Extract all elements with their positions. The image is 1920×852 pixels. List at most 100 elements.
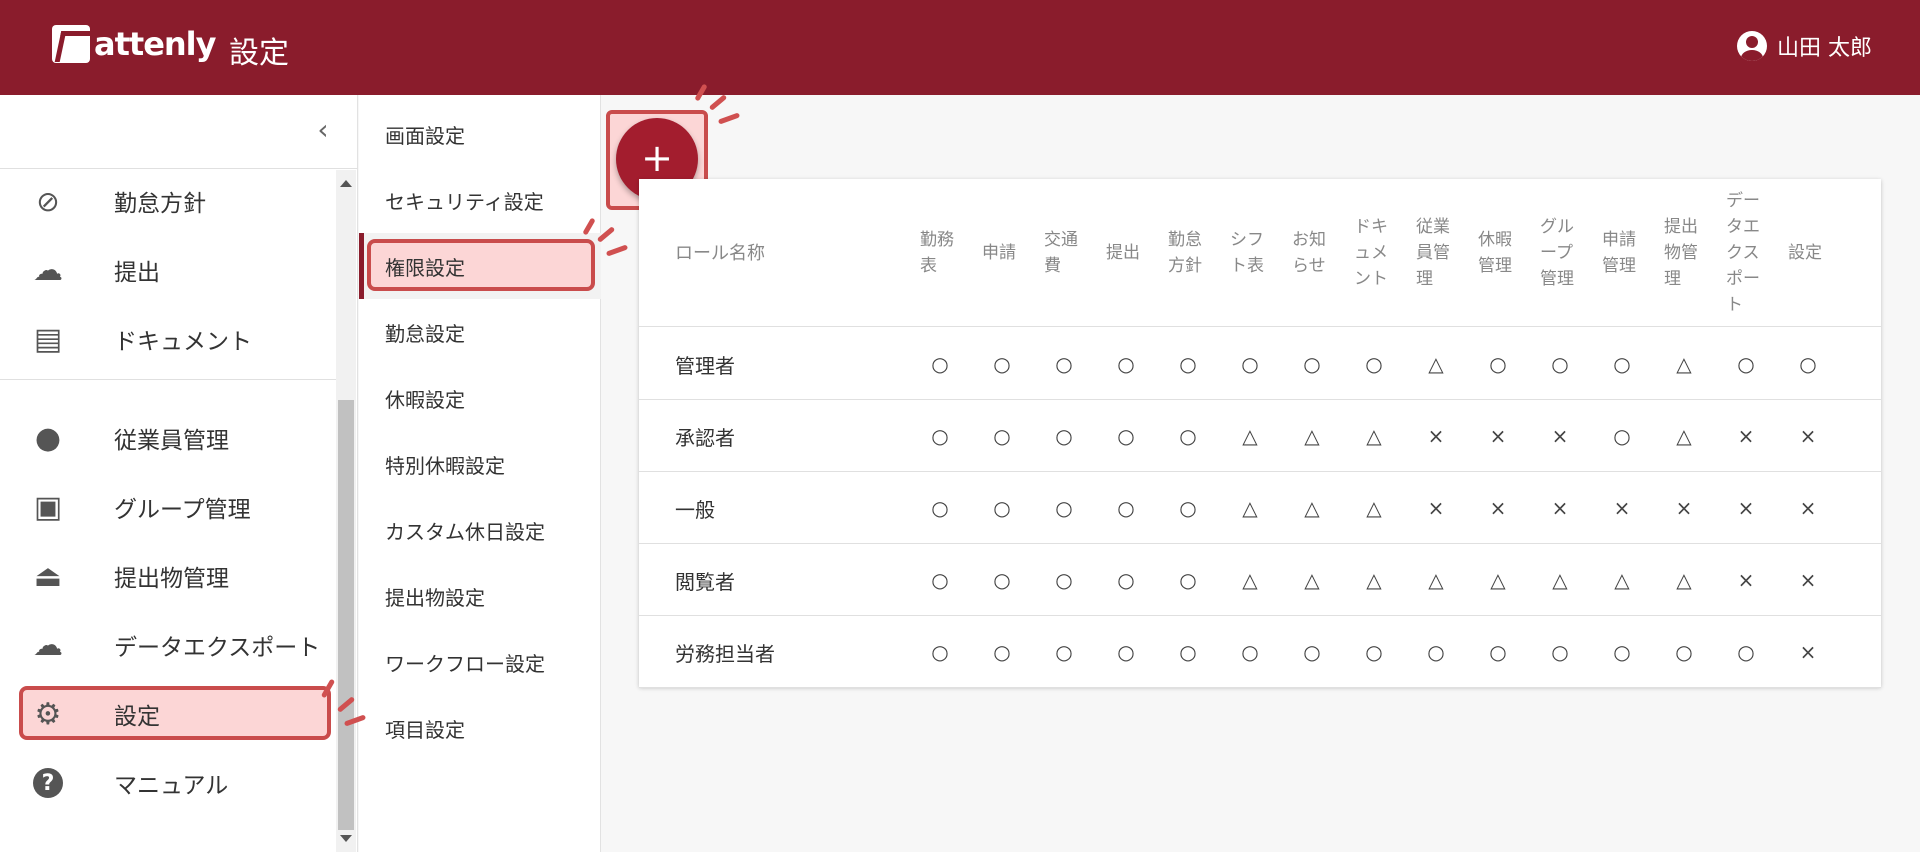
column-header-label: グループ管理 [1540,217,1574,289]
table-row[interactable]: 一般 ○ ○ ○ ○ ○ △ △ △ × × × × × × × [639,472,1881,544]
column-header-2: 交通費 [1036,179,1092,327]
permission-cell: ○ [993,352,1011,376]
settings-menu-item-2[interactable]: 権限設定 [359,233,601,299]
settings-menu-item-8[interactable]: ワークフロー設定 [359,629,601,695]
column-header-12: 提出物管理 [1656,179,1712,327]
permission-cell: ○ [1055,496,1073,520]
permission-cell: ○ [1179,568,1197,592]
column-header-label: 申請管理 [1602,230,1636,276]
column-header-3: 提出 [1098,179,1154,327]
scroll-down-arrow-icon[interactable] [340,835,352,842]
sidebar-item-label: 提出物管理 [114,566,229,592]
emphasis-mark [605,244,629,257]
permission-cell: × [1489,424,1507,448]
permission-cell: × [1799,496,1817,520]
permission-cell: ○ [1551,640,1569,664]
settings-menu-label: 画面設定 [385,123,465,148]
page-title: 設定 [229,36,289,71]
settings-menu-item-9[interactable]: 項目設定 [359,695,601,761]
chevron-left-icon[interactable]: ‹ [310,116,336,144]
settings-menu-item-5[interactable]: 特別休暇設定 [359,431,601,497]
sidebar-item-2[interactable]: ▤ ドキュメント [0,308,336,370]
table-row[interactable]: 労務担当者 ○ ○ ○ ○ ○ ○ ○ ○ ○ ○ ○ ○ ○ ○ × [639,616,1881,688]
role-name: 承認者 [675,426,735,450]
sidebar-item-7[interactable]: ⚙ 設定 [0,683,336,745]
column-header-label: 勤怠方針 [1168,230,1202,276]
user-name: 山田 太郎 [1777,36,1872,61]
settings-menu-item-7[interactable]: 提出物設定 [359,563,601,629]
permission-cell: ○ [931,568,949,592]
permission-cell: ○ [1799,352,1817,376]
column-header-11: 申請管理 [1594,179,1650,327]
permission-cell: ○ [1675,640,1693,664]
column-header-5: シフト表 [1222,179,1278,327]
permission-cell: ○ [1365,352,1383,376]
column-header-label: 勤務表 [920,230,954,276]
scroll-up-arrow-icon[interactable] [340,180,352,187]
permission-cell: △ [1490,568,1506,592]
sidebar-item-0[interactable]: ⊘ 勤怠方針 [0,170,336,232]
permission-cell: ○ [1303,352,1321,376]
user-menu[interactable]: 山田 太郎 [1737,30,1872,62]
permission-cell: ○ [1117,568,1135,592]
permission-cell: ○ [1179,424,1197,448]
sidebar: ‹ ▬⊘勤怠方針☁提出▤ドキュメント●従業員管理▣グループ管理⏏提出物管理☁デー… [0,95,358,852]
sidebar-item-label: マニュアル [114,773,229,799]
permission-cell: ○ [1055,568,1073,592]
permission-cell: ○ [931,424,949,448]
app-logo[interactable]: attenly [52,24,216,64]
sidebar-item-label: 設定 [114,704,160,730]
permission-cell: ○ [1179,352,1197,376]
settings-menu-item-0[interactable]: 画面設定 [359,101,601,167]
sidebar-item-label: ドキュメント [114,329,252,355]
sidebar-item-8[interactable]: ? マニュアル [0,752,336,814]
table-row[interactable]: 管理者 ○ ○ ○ ○ ○ ○ ○ ○ △ ○ ○ ○ △ ○ ○ [639,328,1881,400]
column-header-13: データエクスポート [1718,179,1774,327]
column-header-label: シフト表 [1230,230,1264,276]
permission-cell: ○ [931,640,949,664]
settings-menu-label: セキュリティ設定 [385,189,544,214]
column-header-label: データエクスポート [1726,191,1760,315]
sidebar-scrollbar[interactable] [336,170,356,852]
column-header-7: ドキュメント [1346,179,1402,327]
permission-cell: ○ [931,352,949,376]
settings-menu-item-1[interactable]: セキュリティ設定 [359,167,601,233]
settings-menu-item-3[interactable]: 勤怠設定 [359,299,601,365]
column-header-0: 勤務表 [912,179,968,327]
permission-cell: ○ [1117,496,1135,520]
settings-menu-label: 項目設定 [385,717,465,742]
column-header-label: 申請 [982,243,1016,263]
column-header-8: 従業員管理 [1408,179,1464,327]
sidebar-collapse-row: ‹ [0,95,358,169]
settings-menu-label: 提出物設定 [385,585,485,610]
permission-cell: △ [1304,424,1320,448]
role-name: 管理者 [675,354,735,378]
permission-cell: ○ [1117,352,1135,376]
cloud-upload-icon: ☁ [33,252,63,288]
table-row[interactable]: 承認者 ○ ○ ○ ○ ○ △ △ △ × × × ○ △ × × [639,400,1881,472]
cloud-download-icon: ☁ [33,627,63,663]
permission-cell: × [1613,496,1631,520]
table-row[interactable]: 閲覧者 ○ ○ ○ ○ ○ △ △ △ △ △ △ △ △ × × [639,544,1881,616]
permission-cell: △ [1614,568,1630,592]
sidebar-item-1[interactable]: ☁ 提出 [0,239,336,301]
scrollbar-thumb[interactable] [338,400,354,830]
account-circle-icon [1737,31,1767,61]
sidebar-item-5[interactable]: ⏏ 提出物管理 [0,545,336,607]
column-header-label: 提出 [1106,243,1140,263]
permission-cell: ○ [1055,352,1073,376]
column-header-label: 休暇管理 [1478,230,1512,276]
permission-cell: ○ [1613,424,1631,448]
permission-cell: ○ [993,496,1011,520]
column-header-label: 交通費 [1044,230,1078,276]
permission-cell: ○ [1055,424,1073,448]
column-header-label: 従業員管理 [1416,217,1450,289]
settings-menu-item-4[interactable]: 休暇設定 [359,365,601,431]
settings-menu-item-6[interactable]: カスタム休日設定 [359,497,601,563]
sidebar-item-3[interactable]: ● 従業員管理 [0,407,336,469]
permission-cell: ○ [1303,640,1321,664]
sidebar-item-6[interactable]: ☁ データエクスポート [0,614,336,676]
permission-cell: ○ [993,640,1011,664]
permission-cell: ○ [1737,352,1755,376]
sidebar-item-4[interactable]: ▣ グループ管理 [0,476,336,538]
